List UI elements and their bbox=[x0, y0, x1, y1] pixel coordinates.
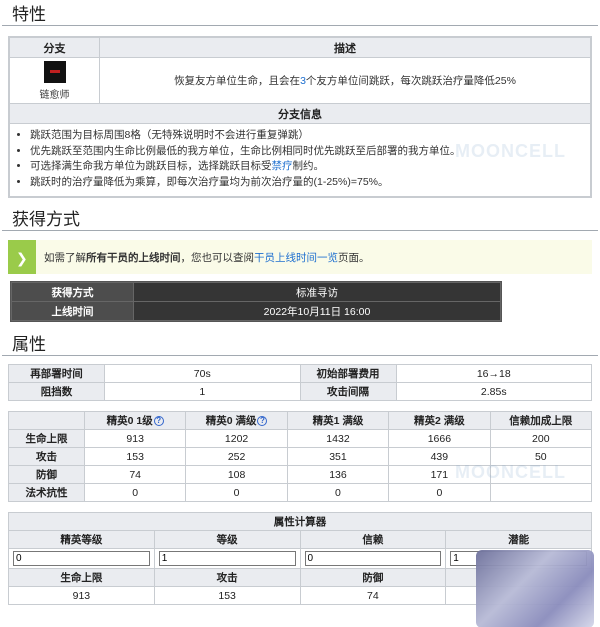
table-row: 攻击 153 252 351 439 50 bbox=[8, 447, 593, 466]
traits-panel: 分支 描述 链愈师 恢复友方单位生命，且会在3个友方单位间跳跃，每次跳跃治疗量降… bbox=[8, 36, 592, 198]
branch-info-list: 跳跃范围为目标周围8格（无特殊说明时不会进行重复弹跳） 优先跳跃至范围内生命比例… bbox=[10, 124, 590, 196]
stats-header: 精英1 满级 bbox=[286, 411, 390, 430]
stats-header: 精英0 1级? bbox=[83, 411, 187, 430]
branch-info-header: 分支信息 bbox=[9, 103, 591, 124]
cost-label: 初始部署费用 bbox=[299, 364, 397, 383]
stats-table: 精英0 1级? 精英0 满级? 精英1 满级 精英2 满级 信赖加成上限 生命上… bbox=[8, 411, 593, 502]
branch-cell[interactable]: 链愈师 bbox=[9, 57, 100, 104]
notice-box: ❯ 如需了解 所有干员的上线时间 ，您也可以查阅 干员上线时间一览 页面。 bbox=[8, 240, 592, 274]
branch-description: 恢复友方单位生命，且会在3个友方单位间跳跃，每次跳跃治疗量降低25% bbox=[99, 57, 591, 104]
operator-image bbox=[476, 550, 594, 627]
stats-header: 精英0 满级? bbox=[185, 411, 288, 430]
branch-name: 链愈师 bbox=[39, 89, 70, 101]
list-item: 跳跃时的治疗量降低为乘算，即每次治疗量均为前次治疗量的(1-25%)=75%。 bbox=[30, 175, 580, 191]
help-icon[interactable]: ? bbox=[257, 416, 268, 426]
deploy-table: 再部署时间 70s 初始部署费用 16→18 阻挡数 1 攻击间隔 2.85s bbox=[8, 364, 592, 401]
desc-header: 描述 bbox=[99, 37, 591, 58]
table-row: 生命上限 913 1202 1432 1666 200 bbox=[8, 429, 593, 448]
redeploy-label: 再部署时间 bbox=[8, 364, 105, 383]
stats-header: 信赖加成上限 bbox=[489, 411, 593, 430]
interval-value: 2.85s bbox=[395, 382, 592, 401]
online-time-list-link[interactable]: 干员上线时间一览 bbox=[254, 250, 338, 265]
help-icon[interactable]: ? bbox=[153, 416, 164, 426]
obtain-table: 获得方式 标准寻访 上线时间 2022年10月11日 16:00 bbox=[10, 281, 502, 322]
chevron-right-icon: ❯ bbox=[16, 250, 28, 266]
block-value: 1 bbox=[104, 382, 301, 401]
online-label: 上线时间 bbox=[11, 301, 134, 321]
online-value: 2022年10月11日 16:00 bbox=[133, 301, 501, 321]
stats-header: 精英2 满级 bbox=[388, 411, 491, 430]
chain-healer-icon[interactable] bbox=[43, 60, 66, 83]
calc-result-def: 74 bbox=[299, 586, 447, 605]
table-row: 防御 74 108 136 171 bbox=[8, 465, 593, 484]
trust-input[interactable] bbox=[304, 551, 442, 566]
calc-title: 属性计算器 bbox=[8, 512, 592, 531]
redeploy-value: 70s bbox=[104, 364, 301, 383]
section-title-obtain: 获得方式 bbox=[2, 209, 598, 231]
method-label: 获得方式 bbox=[11, 282, 134, 302]
heal-ban-link[interactable]: 禁疗 bbox=[272, 160, 293, 172]
section-title-attributes: 属性 bbox=[2, 334, 598, 356]
block-label: 阻挡数 bbox=[8, 382, 105, 401]
calc-result-hp: 913 bbox=[8, 586, 155, 605]
interval-label: 攻击间隔 bbox=[299, 382, 397, 401]
calc-result-atk: 153 bbox=[153, 586, 301, 605]
method-value: 标准寻访 bbox=[133, 282, 501, 302]
list-item: 跳跃范围为目标周围8格（无特殊说明时不会进行重复弹跳） bbox=[30, 128, 580, 144]
elite-level-input[interactable] bbox=[13, 551, 150, 566]
list-item: 可选择满生命我方单位为跳跃目标，选择跳跃目标受禁疗制约。 bbox=[30, 159, 580, 175]
list-item: 优先跳跃至范围内生命比例最低的我方单位，生命比例相同时优先跳跃至后部署的我方单位… bbox=[30, 144, 580, 160]
table-row: 法术抗性 0 0 0 0 bbox=[8, 483, 593, 502]
cost-value: 16→18 bbox=[395, 364, 592, 383]
branch-header: 分支 bbox=[9, 37, 100, 58]
section-title-traits: 特性 bbox=[2, 4, 598, 26]
level-input[interactable] bbox=[158, 551, 296, 566]
